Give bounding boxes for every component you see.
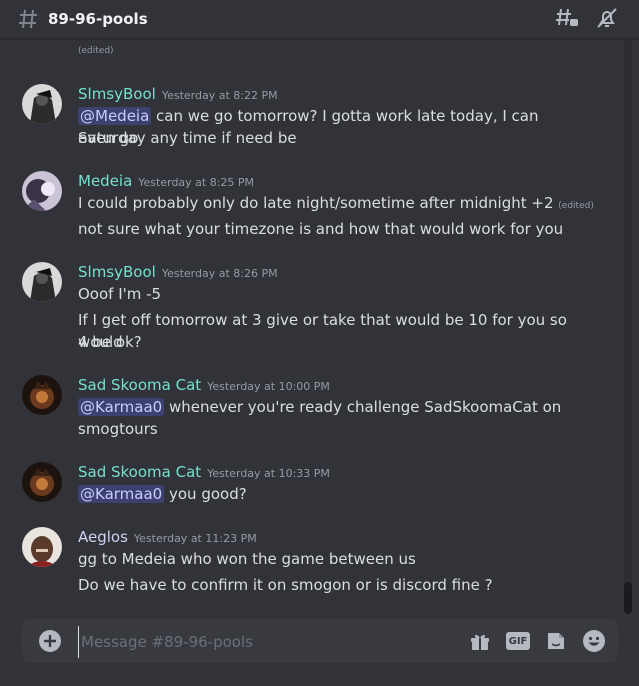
message-list[interactable]: (edited) SlmsyBool Yesterday at 8:22 PM @… [0,39,622,609]
threads-icon[interactable] [555,6,579,30]
plus-icon[interactable] [38,629,62,653]
sticker-icon[interactable] [544,629,568,653]
hash-icon [19,9,37,29]
message-line: gg to Medeia who won the game between us [78,550,416,568]
avatar[interactable] [22,171,62,211]
message-line: Do we have to confirm it on smogon or is… [78,576,493,594]
message-text: you good? [164,485,247,503]
composer-actions: GIF [468,629,606,653]
user-mention[interactable]: @Karmaa0 [78,485,165,503]
message-line: not sure what your timezone is and how t… [78,220,564,238]
edited-label: (edited) [78,46,114,56]
message-line: @Karmaa0 you good? [78,483,578,505]
timestamp: Yesterday at 8:25 PM [138,176,255,189]
timestamp: Yesterday at 10:33 PM [207,467,330,480]
gift-icon[interactable] [468,629,492,653]
message-line: 4 be ok? [78,333,142,351]
channel-header: 89-96-pools [0,0,639,39]
edited-label: (edited) [558,201,594,211]
gif-icon[interactable]: GIF [506,632,530,650]
author-name[interactable]: Sad Skooma Cat [78,376,201,394]
avatar[interactable] [22,262,62,302]
author-name[interactable]: Aeglos [78,528,128,546]
message-line: smogtours [78,420,158,438]
message-header: Medeia Yesterday at 8:25 PM [78,171,254,190]
scrollbar[interactable] [622,39,632,614]
header-actions [555,6,619,30]
message-input[interactable] [78,626,453,658]
message-header: Sad Skooma Cat Yesterday at 10:00 PM [78,375,330,394]
message-line: Saturday any time if need be [78,129,297,147]
message-text: whenever you're ready challenge SadSkoom… [164,398,562,416]
scrollbar-track[interactable] [624,39,632,609]
author-name[interactable]: SlmsyBool [78,263,156,281]
author-name[interactable]: Medeia [78,172,132,190]
message-header: SlmsyBool Yesterday at 8:26 PM [78,262,278,281]
message-line: Ooof I'm -5 [78,285,162,303]
message-line: I could probably only do late night/some… [78,192,618,217]
channel-name: 89-96-pools [48,10,148,28]
avatar[interactable] [22,375,62,415]
avatar[interactable] [22,527,62,567]
message-header: Aeglos Yesterday at 11:23 PM [78,527,257,546]
message-header: SlmsyBool Yesterday at 8:22 PM [78,84,278,103]
timestamp: Yesterday at 8:26 PM [161,267,278,280]
message-line: @Karmaa0 whenever you're ready challenge… [78,396,578,418]
author-name[interactable]: SlmsyBool [78,85,156,103]
user-mention[interactable]: @Medeia [78,107,152,125]
message-header: Sad Skooma Cat Yesterday at 10:33 PM [78,462,330,481]
scrollbar-thumb[interactable] [624,582,632,614]
notifications-muted-icon[interactable] [595,6,619,30]
author-name[interactable]: Sad Skooma Cat [78,463,201,481]
avatar[interactable] [22,84,62,124]
message-composer: GIF [22,619,618,663]
user-mention[interactable]: @Karmaa0 [78,398,165,416]
emoji-icon[interactable] [582,629,606,653]
avatar[interactable] [22,462,62,502]
timestamp: Yesterday at 8:22 PM [161,89,278,102]
timestamp: Yesterday at 11:23 PM [133,532,257,545]
timestamp: Yesterday at 10:00 PM [207,380,330,393]
message-text: I could probably only do late night/some… [78,194,554,212]
